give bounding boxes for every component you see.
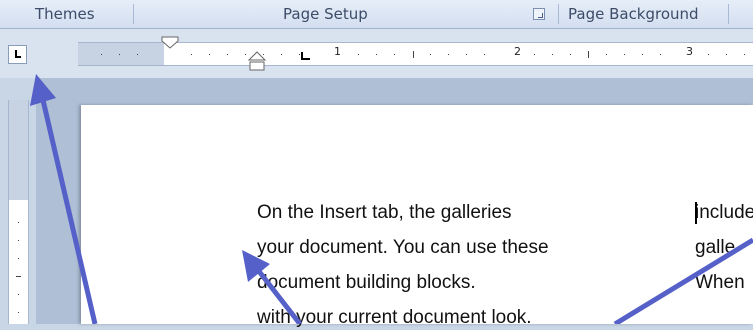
document-text-line[interactable]: your document. You can use these	[257, 236, 677, 260]
document-text-line[interactable]: document building blocks.	[257, 271, 677, 295]
document-text-line[interactable]: with your current document look.	[257, 306, 677, 330]
document-text-line[interactable]: When	[695, 271, 753, 295]
first-line-indent-marker-icon[interactable]	[160, 36, 180, 50]
hanging-indent-marker-icon[interactable]	[246, 50, 268, 74]
ruler-number: 2	[514, 45, 521, 58]
left-tab-icon	[15, 50, 21, 58]
group-label-themes: Themes	[35, 5, 95, 23]
tab-selector-button[interactable]	[8, 45, 27, 64]
document-text-line[interactable]: galle	[695, 236, 753, 260]
group-separator	[133, 4, 134, 24]
group-label-page-background: Page Background	[568, 5, 699, 23]
document-text-line[interactable]: include	[695, 201, 753, 225]
document-text-line[interactable]: On the Insert tab, the galleries	[257, 201, 677, 225]
group-separator	[558, 4, 559, 24]
group-label-page-setup: Page Setup	[283, 5, 368, 23]
vertical-ruler[interactable]	[8, 100, 29, 324]
vertical-ruler-ticks	[16, 222, 21, 313]
text-cursor	[695, 202, 697, 224]
group-separator	[728, 4, 729, 24]
page-setup-dialog-launcher-icon[interactable]	[533, 8, 545, 20]
ruler-number: 1	[334, 45, 341, 58]
ruler-number: 3	[686, 45, 693, 58]
ribbon-group-labels: Themes Page Setup Page Background	[0, 0, 753, 29]
